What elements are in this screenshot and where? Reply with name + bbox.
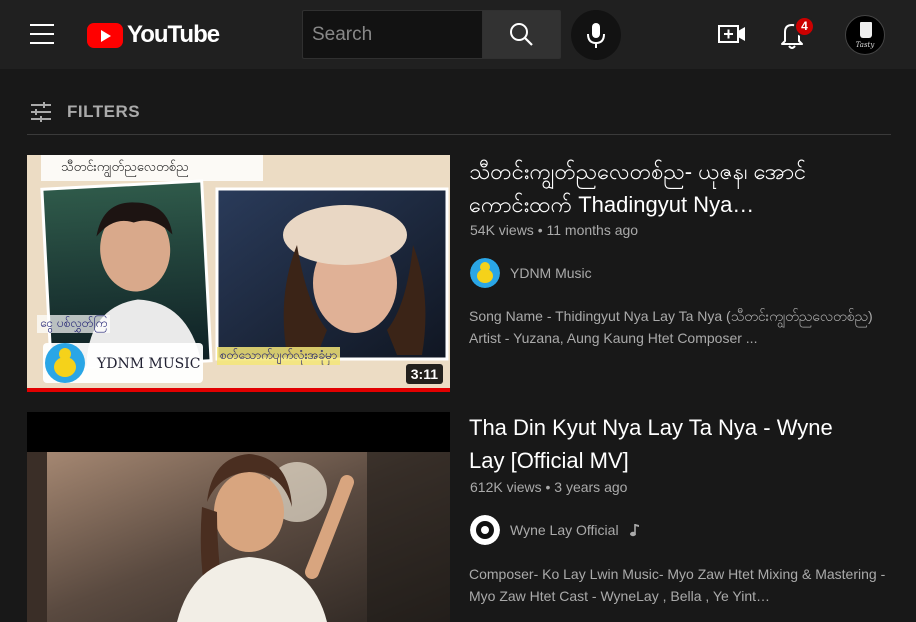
filter-icon (31, 102, 51, 122)
menu-icon[interactable] (30, 24, 54, 44)
video-thumbnail[interactable] (27, 412, 450, 622)
create-button[interactable] (716, 20, 748, 48)
video-thumbnail[interactable]: YDNM MUSIC သီတင်းကျွတ်ညလေတစ်ည ငွေ ပစ်လွှ… (27, 155, 450, 392)
music-note-icon (629, 524, 639, 537)
avatar[interactable]: Tasty (845, 15, 885, 55)
thumb-caption: သီတင်းကျွတ်ညလေတစ်ည (61, 160, 189, 175)
mic-icon (587, 23, 605, 48)
notification-badge: 4 (794, 16, 815, 37)
channel-avatar (470, 515, 500, 545)
channel-name: YDNM Music (510, 265, 592, 281)
video-meta: 612K views • 3 years ago (470, 479, 628, 495)
video-title[interactable]: Tha Din Kyut Nya Lay Ta Nya - Wyne Lay [… (469, 411, 839, 477)
cup-icon (860, 22, 872, 38)
video-title[interactable]: သီတင်းကျွတ်ညလေတစ်ည- ယုဇန၊ အောင်ကောင်းထက်… (469, 155, 839, 221)
search-icon (510, 23, 533, 46)
thumb-left-text: ငွေ ပစ်လွှတ်ကြ (37, 315, 111, 333)
thumb-brand: YDNM MUSIC (96, 356, 200, 372)
avatar-text: Tasty (855, 41, 875, 49)
filters-label: FILTERS (67, 102, 141, 121)
video-duration: 3:11 (405, 364, 443, 384)
logo-text: YouTube (127, 21, 220, 48)
voice-search-button[interactable] (571, 10, 621, 60)
channel-link[interactable]: YDNM Music (470, 258, 592, 288)
search-box (302, 10, 482, 59)
divider (27, 134, 891, 135)
video-description: Composer- Ko Lay Lwin Music- Myo Zaw Hte… (469, 566, 886, 604)
channel-avatar (470, 258, 500, 288)
video-description: Song Name - Thidingyut Nya Lay Ta Nya (သ… (469, 308, 873, 346)
thumbnail-image (27, 412, 450, 622)
filters-button[interactable]: FILTERS (29, 98, 140, 126)
thumb-right-text: စတ်သောက်ပျက်လုံးအခုံမှာ (217, 347, 341, 365)
channel-link[interactable]: Wyne Lay Official (470, 515, 641, 545)
video-meta: 54K views • 11 months ago (470, 222, 639, 238)
top-bar: YouTube 4 Tasty (0, 0, 916, 69)
search-input[interactable] (303, 11, 482, 58)
watch-progress-bar (27, 388, 450, 392)
search-button[interactable] (482, 10, 561, 59)
youtube-logo[interactable]: YouTube (87, 21, 220, 49)
youtube-play-icon (87, 22, 123, 48)
channel-name: Wyne Lay Official (510, 522, 619, 538)
create-video-icon (718, 25, 745, 43)
